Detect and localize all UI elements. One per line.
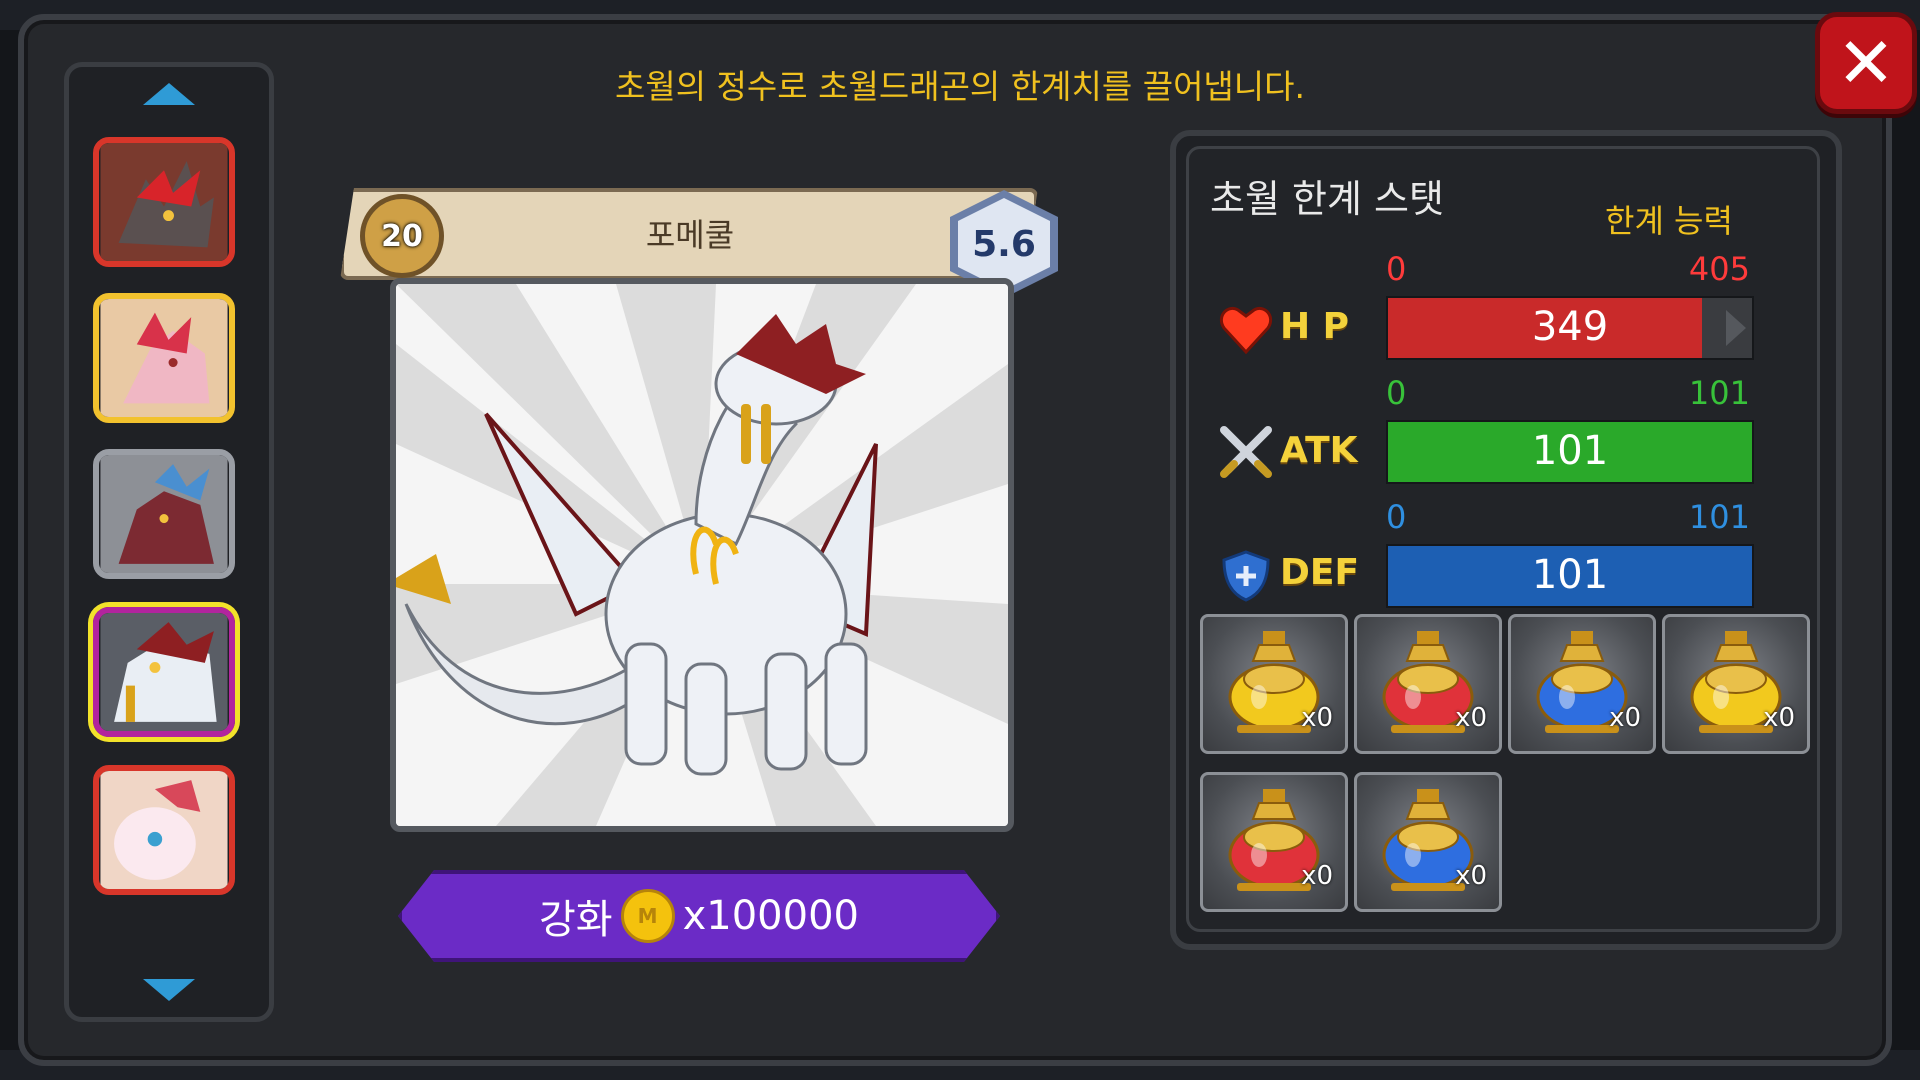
stat-panel-title: 초월 한계 스탯 [1210, 177, 1444, 221]
dragon-name: 포메쿨 [645, 216, 735, 254]
atk-min: 0 [1386, 374, 1407, 412]
def-value: 101 [1531, 552, 1609, 598]
potion-slot[interactable]: x0 [1662, 614, 1810, 754]
dragon-thumb-1[interactable] [93, 137, 235, 267]
def-bar: 101 [1386, 544, 1754, 608]
potion-count: x0 [1455, 703, 1487, 733]
dragon-thumb-5[interactable] [93, 765, 235, 895]
atk-value: 101 [1531, 428, 1609, 474]
coin-icon: M [620, 889, 675, 943]
atk-label: ATK [1280, 430, 1358, 471]
potion-count: x0 [1455, 861, 1487, 891]
dragon-portrait [390, 278, 1014, 832]
dragon-portrait-icon [100, 613, 228, 731]
atk-max: 101 [1688, 374, 1750, 412]
potion-slot[interactable]: x0 [1200, 772, 1348, 912]
def-min: 0 [1386, 498, 1407, 536]
dragon-thumb-4[interactable] [93, 607, 235, 737]
hp-min: 0 [1386, 250, 1407, 288]
dragon-portrait-icon [100, 455, 228, 573]
upgrade-button[interactable]: 강화 M x100000 [398, 870, 1000, 962]
grade-value: 5.6 [958, 198, 1050, 290]
close-icon: ✕ [1836, 22, 1896, 104]
dragon-portrait-icon [100, 299, 228, 417]
potion-slot[interactable]: x0 [1354, 614, 1502, 754]
hp-value: 349 [1531, 304, 1609, 350]
hp-bar: 349 [1386, 296, 1754, 360]
potion-slot[interactable]: x0 [1354, 772, 1502, 912]
dragon-portrait-icon [100, 143, 228, 261]
dragon-list[interactable] [64, 62, 274, 1022]
atk-bar: 101 [1386, 420, 1754, 484]
shield-icon [1222, 550, 1270, 602]
crossed-swords-icon [1220, 426, 1272, 478]
panel-title: 초월의 정수로 초월드래곤의 한계치를 끌어냅니다. [614, 67, 1305, 106]
potion-count: x0 [1763, 703, 1795, 733]
dragon-portrait-icon [100, 771, 228, 889]
potion-count: x0 [1301, 703, 1333, 733]
potion-slot[interactable]: x0 [1200, 614, 1348, 754]
dragon-thumb-3[interactable] [93, 449, 235, 579]
potion-count: x0 [1301, 861, 1333, 891]
level-badge: 20 [360, 194, 444, 278]
limit-ability-label: 한계 능력 [1605, 202, 1733, 240]
hp-label: H P [1280, 306, 1350, 347]
scroll-up-icon[interactable] [143, 83, 195, 105]
def-label: DEF [1280, 552, 1360, 593]
dragon-thumb-2[interactable] [93, 293, 235, 423]
potion-count: x0 [1609, 703, 1641, 733]
scroll-down-icon[interactable] [143, 979, 195, 1001]
hp-max: 405 [1688, 250, 1750, 288]
def-max: 101 [1688, 498, 1750, 536]
potion-slot[interactable]: x0 [1508, 614, 1656, 754]
upgrade-label: 강화 [539, 897, 613, 943]
close-button[interactable]: ✕ [1815, 12, 1917, 114]
upgrade-cost: x100000 [682, 893, 859, 939]
heart-icon [1219, 307, 1273, 355]
dragon-illustration [396, 284, 1008, 826]
